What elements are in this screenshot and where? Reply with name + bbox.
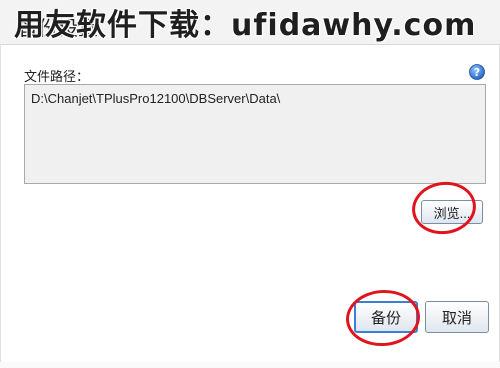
help-icon[interactable]: ?	[469, 64, 485, 80]
file-path-field[interactable]: D:\Chanjet\TPlusPro12100\DBServer\Data\	[24, 84, 486, 184]
svg-text:?: ?	[474, 66, 480, 79]
backup-button[interactable]: 备份	[354, 301, 418, 333]
title-bar: 备份设置 用友软件下载：ufidawhy.com	[0, 0, 500, 45]
backup-dialog: 备份设置 用友软件下载：ufidawhy.com 文件路径： ? D:\Chan…	[0, 0, 500, 368]
bottom-edge	[0, 362, 500, 368]
browse-button[interactable]: 浏览...	[421, 200, 483, 224]
cancel-button[interactable]: 取消	[425, 301, 489, 333]
watermark-text: 用友软件下载：ufidawhy.com	[14, 8, 477, 43]
path-label: 文件路径：	[24, 69, 90, 84]
